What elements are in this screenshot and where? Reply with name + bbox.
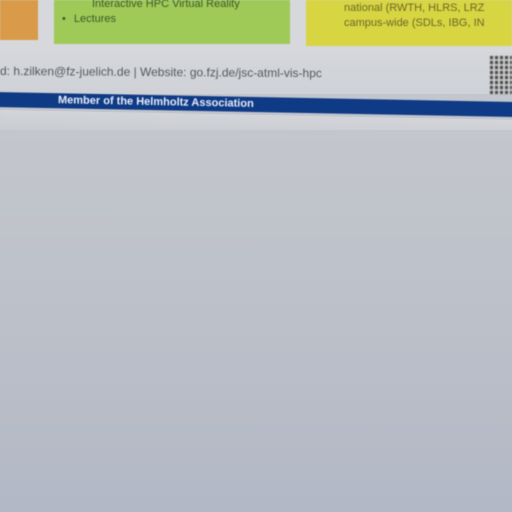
green-box-lectures: Lectures [73, 13, 117, 25]
helmholtz-banner-text: Member of the Helmholtz Association [57, 94, 254, 110]
contact-text: d: h.zilken@fz-juelich.de | Website: go.… [0, 64, 322, 81]
bullet: • [62, 13, 66, 25]
wall-background [0, 130, 512, 512]
yellow-box-line1: national (RWTH, HLRS, LRZ [344, 2, 485, 14]
qr-code-icon [490, 56, 512, 94]
green-box-line2: • Lectures [62, 13, 116, 25]
orange-box [0, 0, 38, 40]
yellow-box-line2: campus-wide (SDLs, IBG, IN [344, 17, 485, 29]
green-box-line1: Interactive HPC Virtual Reality [92, 0, 240, 10]
